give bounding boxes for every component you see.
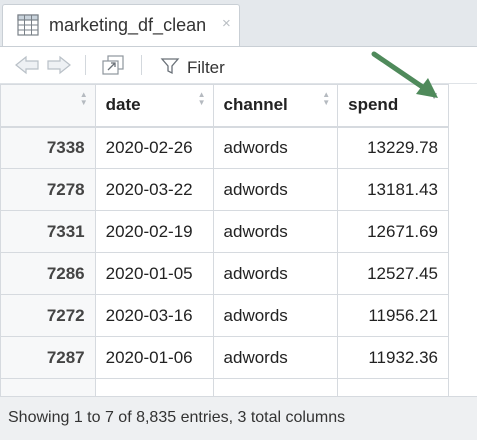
cell-spend: 11956.21 xyxy=(337,294,449,337)
tab-bar: marketing_df_clean × xyxy=(0,0,477,47)
arrow-right-icon[interactable] xyxy=(44,54,72,76)
row-number: 7331 xyxy=(0,210,96,253)
column-header-rownames[interactable]: ▲ ▼ xyxy=(0,84,96,128)
cell-spend: 13229.78 xyxy=(337,126,449,169)
cell-spend: 13181.43 xyxy=(337,168,449,211)
cell-date: 2020-03-16 xyxy=(94,294,214,337)
table-row[interactable]: 7272 2020-03-16 adwords 11956.21 xyxy=(0,294,449,337)
toolbar: Filter xyxy=(0,47,477,84)
cell-date: 2020-01-06 xyxy=(94,336,214,379)
sort-icon: ▲ ▼ xyxy=(322,90,331,107)
table-row[interactable]: 7338 2020-02-26 adwords 13229.78 xyxy=(0,126,449,169)
cell-channel xyxy=(212,378,339,396)
sort-descending-icon: ▼ xyxy=(429,91,439,102)
column-header-spend[interactable]: spend ▼ xyxy=(337,84,449,128)
table-row[interactable]: 7331 2020-02-19 adwords 12671.69 xyxy=(0,210,449,253)
cell-date: 2020-02-19 xyxy=(94,210,214,253)
cell-channel: adwords xyxy=(212,336,339,379)
cell-channel: adwords xyxy=(212,252,339,295)
tab-title: marketing_df_clean xyxy=(49,15,207,35)
arrow-left-icon[interactable] xyxy=(14,54,42,76)
sort-icon: ▲ ▼ xyxy=(197,90,206,107)
column-header-date[interactable]: date ▲ ▼ xyxy=(94,84,214,128)
data-table: ▲ ▼ date ▲ ▼ channel ▲ ▼ spend ▼ 7338 20… xyxy=(0,84,449,396)
table-row[interactable]: 7286 2020-01-05 adwords 12527.45 xyxy=(0,252,449,295)
cell-spend: 12671.69 xyxy=(337,210,449,253)
data-viewer-window: marketing_df_clean × Filter ▲ ▼ date ▲ ▼… xyxy=(0,0,477,440)
table-row[interactable]: 7278 2020-03-22 adwords 13181.43 xyxy=(0,168,449,211)
cell-date: 2020-01-05 xyxy=(94,252,214,295)
data-grid: ▲ ▼ date ▲ ▼ channel ▲ ▼ spend ▼ 7338 20… xyxy=(0,84,449,396)
table-row[interactable]: 7287 2020-01-06 adwords 11932.36 xyxy=(0,336,449,379)
status-bar: Showing 1 to 7 of 8,835 entries, 3 total… xyxy=(0,396,477,440)
row-number: 7278 xyxy=(0,168,96,211)
toolbar-divider xyxy=(141,55,142,75)
column-header-channel[interactable]: channel ▲ ▼ xyxy=(212,84,339,128)
table-icon xyxy=(17,14,39,36)
cell-channel: adwords xyxy=(212,168,339,211)
table-row[interactable] xyxy=(0,378,449,396)
row-number xyxy=(0,378,96,396)
row-number: 7286 xyxy=(0,252,96,295)
row-number: 7287 xyxy=(0,336,96,379)
status-text: Showing 1 to 7 of 8,835 entries, 3 total… xyxy=(8,409,346,426)
vertical-scrollbar[interactable] xyxy=(449,84,477,396)
sort-icon: ▲ ▼ xyxy=(79,90,88,107)
cell-channel: adwords xyxy=(212,126,339,169)
cell-date: 2020-02-26 xyxy=(94,126,214,169)
filter-button[interactable]: Filter xyxy=(187,58,225,78)
cell-spend: 12527.45 xyxy=(337,252,449,295)
cell-spend xyxy=(337,378,449,396)
cell-spend: 11932.36 xyxy=(337,336,449,379)
cell-date: 2020-03-22 xyxy=(94,168,214,211)
cell-channel: adwords xyxy=(212,210,339,253)
popout-icon[interactable] xyxy=(100,54,126,76)
funnel-icon[interactable] xyxy=(160,57,180,75)
row-number: 7338 xyxy=(0,126,96,169)
header-row: ▲ ▼ date ▲ ▼ channel ▲ ▼ spend ▼ xyxy=(0,84,449,128)
tab-marketing-df-clean[interactable]: marketing_df_clean × xyxy=(2,4,240,46)
cell-channel: adwords xyxy=(212,294,339,337)
row-number: 7272 xyxy=(0,294,96,337)
close-icon[interactable]: × xyxy=(222,16,231,31)
toolbar-divider xyxy=(85,55,86,75)
cell-date xyxy=(94,378,214,396)
